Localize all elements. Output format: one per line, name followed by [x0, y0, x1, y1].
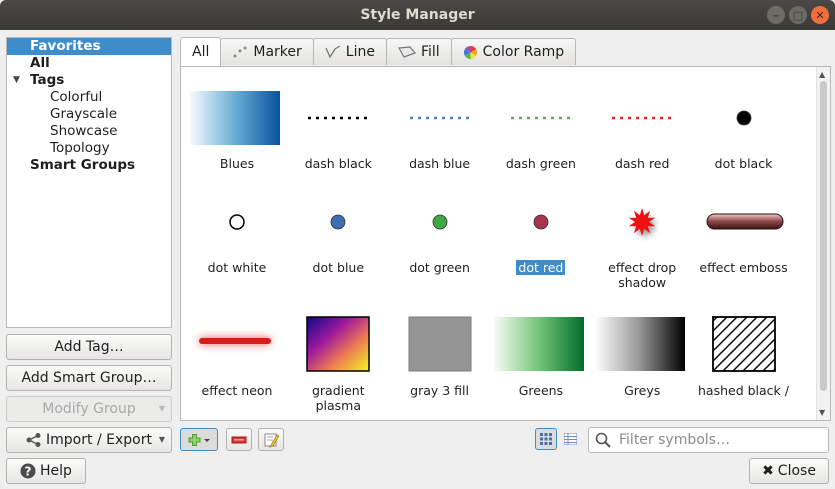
- grid-view-icon: [540, 433, 552, 445]
- symbol-label: Greens: [518, 383, 564, 398]
- symbol-preview-dot-green: [432, 214, 447, 230]
- symbol-preview-gradient-plasma: [306, 316, 371, 372]
- symbol-list[interactable]: ▲ ▼ Blues dash black dash blue dash green da…: [180, 66, 831, 421]
- symbol-preview-effect-emboss: [706, 213, 783, 230]
- tree-item-colorful[interactable]: Colorful: [7, 89, 171, 106]
- list-view-button[interactable]: [559, 428, 581, 450]
- symbol-preview-greens: [493, 317, 584, 371]
- symbol-label: dash black: [304, 156, 372, 171]
- remove-symbol-button[interactable]: [226, 428, 252, 451]
- close-icon: ✖: [762, 463, 774, 479]
- symbol-preview-dash-black: [308, 116, 370, 120]
- modify-group-button[interactable]: Modify Group ▼: [6, 396, 172, 422]
- symbol-preview-greys: [595, 317, 686, 371]
- add-symbol-button[interactable]: [180, 428, 218, 451]
- group-tree[interactable]: Favorites All ▼ Tags Colorful Grayscale S…: [6, 37, 172, 328]
- tab-marker[interactable]: Marker: [220, 38, 314, 65]
- symbol-label: effect drop shadow: [608, 260, 677, 290]
- symbol-label: dot red: [516, 260, 566, 275]
- symbol-preview-dot-blue: [330, 214, 346, 230]
- symbol-label: Greys: [624, 383, 661, 398]
- symbol-preview-blues: [190, 91, 280, 145]
- symbol-preview-gray-3-fill: [408, 316, 472, 372]
- symbol-preview-effect-neon: [199, 337, 271, 345]
- list-view-icon: [563, 433, 577, 445]
- tab-all[interactable]: All: [180, 37, 222, 66]
- icon-view-button[interactable]: [535, 428, 557, 450]
- svg-text:?: ?: [25, 465, 32, 479]
- fill-icon: [397, 46, 416, 58]
- tab-fill[interactable]: Fill: [385, 38, 452, 65]
- symbol-label: dot green: [409, 260, 470, 275]
- dropdown-arrow-icon: ▼: [158, 435, 165, 444]
- symbol-label: dot black: [714, 156, 773, 171]
- line-icon: [325, 45, 341, 59]
- tree-item-grayscale[interactable]: Grayscale: [7, 106, 171, 123]
- symbol-preview-dot-white: [229, 214, 245, 230]
- symbol-label: dash blue: [409, 156, 471, 171]
- tab-line[interactable]: Line: [312, 38, 387, 65]
- import-export-button[interactable]: Import / Export ▼: [6, 427, 172, 453]
- symbol-label: gray 3 fill: [410, 383, 470, 398]
- search-icon: [595, 432, 611, 448]
- symbol-label: gradient plasma: [311, 383, 365, 413]
- symbol-label: dot white: [207, 260, 267, 275]
- window-controls: – □ ✕: [767, 6, 829, 24]
- filter-symbols-input[interactable]: [617, 431, 817, 449]
- close-button[interactable]: ✖ Close: [749, 458, 829, 484]
- close-window-icon[interactable]: ✕: [811, 6, 829, 24]
- symbol-preview-dot-red: [533, 214, 549, 230]
- symbol-preview-dash-red: [612, 116, 674, 120]
- symbol-preview-dash-green: [510, 116, 572, 120]
- symbol-label: hashed black /: [698, 383, 789, 398]
- maximize-icon[interactable]: □: [789, 6, 807, 24]
- symbol-preview-hashed-black: [711, 316, 776, 372]
- symbol-preview-dash-blue: [409, 116, 471, 120]
- help-icon: ?: [20, 463, 36, 479]
- symbol-preview-effect-drop-shadow: [628, 208, 659, 240]
- tree-item-topology[interactable]: Topology: [7, 140, 171, 157]
- tree-item-showcase[interactable]: Showcase: [7, 123, 171, 140]
- symbol-label: dash green: [505, 156, 576, 171]
- add-smart-group-button[interactable]: Add Smart Group…: [6, 365, 172, 391]
- share-icon: [26, 433, 41, 447]
- style-manager-window: Style Manager – □ ✕ Favorites All ▼ Tags …: [0, 0, 835, 489]
- symbol-preview-dot-black: [736, 110, 751, 126]
- edit-symbol-button[interactable]: [258, 428, 284, 451]
- tree-item-tags[interactable]: ▼ Tags: [7, 72, 171, 89]
- vertical-scrollbar[interactable]: ▲ ▼: [816, 67, 830, 420]
- symbol-label: effect neon: [201, 383, 273, 398]
- tab-color-ramp[interactable]: Color Ramp: [450, 38, 577, 65]
- scrollbar-thumb[interactable]: [820, 81, 827, 391]
- symbol-label: dot blue: [312, 260, 365, 275]
- symbol-label: Blues: [219, 156, 255, 171]
- window-title: Style Manager: [360, 7, 475, 23]
- add-tag-button[interactable]: Add Tag…: [6, 334, 172, 360]
- scroll-up-icon[interactable]: ▲: [819, 70, 825, 79]
- title-bar[interactable]: Style Manager – □ ✕: [0, 0, 835, 30]
- marker-icon: [233, 46, 247, 58]
- dropdown-arrow-icon: ▼: [158, 404, 165, 413]
- tree-item-favorites[interactable]: Favorites: [7, 38, 171, 55]
- symbol-label: effect emboss: [699, 260, 788, 275]
- color-ramp-icon: [463, 45, 477, 59]
- minus-icon: [231, 436, 247, 443]
- symbol-label: dash red: [614, 156, 670, 171]
- plus-icon: [188, 433, 210, 446]
- help-button[interactable]: ? Help: [6, 458, 86, 484]
- expand-arrow-icon[interactable]: ▼: [13, 72, 20, 89]
- edit-icon: [264, 433, 279, 448]
- scroll-down-icon[interactable]: ▼: [819, 408, 825, 417]
- symbol-type-tabs: All Marker Line Fill Color Ramp: [180, 37, 577, 66]
- tree-item-all[interactable]: All: [7, 55, 171, 72]
- filter-symbols-field[interactable]: [588, 427, 829, 453]
- minimize-icon[interactable]: –: [767, 6, 785, 24]
- tree-item-smart-groups[interactable]: Smart Groups: [7, 157, 171, 174]
